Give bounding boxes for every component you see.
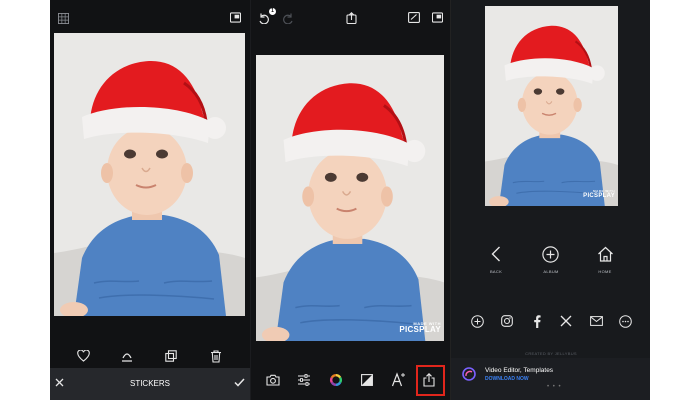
stickers-screen: STICKERS: [50, 0, 250, 400]
ad-title: Video Editor, Templates: [485, 367, 554, 374]
back-icon[interactable]: [491, 246, 501, 262]
share-button-highlight: [416, 365, 445, 396]
download-now-link[interactable]: DOWNLOAD NOW: [485, 376, 529, 382]
home-label[interactable]: HOME: [590, 269, 620, 274]
watermark-made-with: MADE WITH: [593, 189, 615, 193]
edited-photo[interactable]: [54, 33, 245, 316]
heart-icon[interactable]: [77, 350, 90, 362]
picture-in-picture-icon[interactable]: [230, 12, 241, 23]
home-icon[interactable]: [597, 246, 614, 262]
picsplay-watermark: MADE WITH PICSPLAY: [579, 189, 615, 200]
watermark-made-with: MADE WITH: [413, 321, 441, 326]
close-icon[interactable]: [55, 378, 64, 387]
grid-icon[interactable]: [58, 13, 69, 24]
editor-screen: 1 MADE WITH PICSPLAY: [250, 0, 450, 400]
watermark-brand: PICSPLAY: [583, 193, 615, 199]
ellipsis-icon[interactable]: [619, 315, 632, 328]
share-screen: MADE WITH PICSPLAY BACK ALBUM HOME CREAT…: [450, 0, 650, 400]
app-logo-icon: [462, 367, 476, 381]
camera-icon[interactable]: [266, 374, 280, 386]
undo-count-badge: 1: [269, 8, 276, 15]
adjust-sliders-icon[interactable]: [297, 374, 311, 386]
check-icon[interactable]: [234, 378, 245, 387]
x-icon[interactable]: [560, 315, 572, 327]
picsplay-watermark: MADE WITH PICSPLAY: [389, 322, 441, 334]
edit-icon[interactable]: [408, 12, 420, 23]
page-indicator-dots: • • •: [547, 384, 562, 390]
redo-icon[interactable]: [282, 13, 294, 24]
back-label[interactable]: BACK: [481, 269, 511, 274]
undo-icon[interactable]: [258, 13, 270, 24]
layer-copy-icon[interactable]: [165, 350, 177, 362]
watermark-brand: PICSPLAY: [399, 325, 441, 334]
share-top-icon[interactable]: [346, 12, 357, 24]
flip-icon[interactable]: [120, 350, 134, 362]
album-label[interactable]: ALBUM: [536, 269, 566, 274]
ad-banner[interactable]: Video Editor, Templates DOWNLOAD NOW • •…: [451, 358, 650, 400]
instagram-icon[interactable]: [501, 315, 513, 327]
trash-icon[interactable]: [210, 350, 222, 363]
edited-photo[interactable]: [256, 55, 444, 341]
facebook-icon[interactable]: [533, 315, 541, 328]
contrast-icon[interactable]: [361, 374, 373, 386]
result-photo-thumbnail[interactable]: [485, 6, 618, 206]
color-wheel-icon[interactable]: [329, 373, 343, 387]
more-share-icon[interactable]: [471, 315, 484, 328]
created-by-label: CREATED BY JELLYBUS: [525, 351, 577, 356]
stickers-title: STICKERS: [129, 379, 170, 388]
picture-in-picture-icon[interactable]: [432, 12, 443, 23]
album-add-icon[interactable]: [542, 246, 559, 263]
stickers-bottom-bar: STICKERS: [50, 368, 250, 400]
mail-icon[interactable]: [590, 316, 603, 326]
text-icon[interactable]: [391, 372, 406, 387]
